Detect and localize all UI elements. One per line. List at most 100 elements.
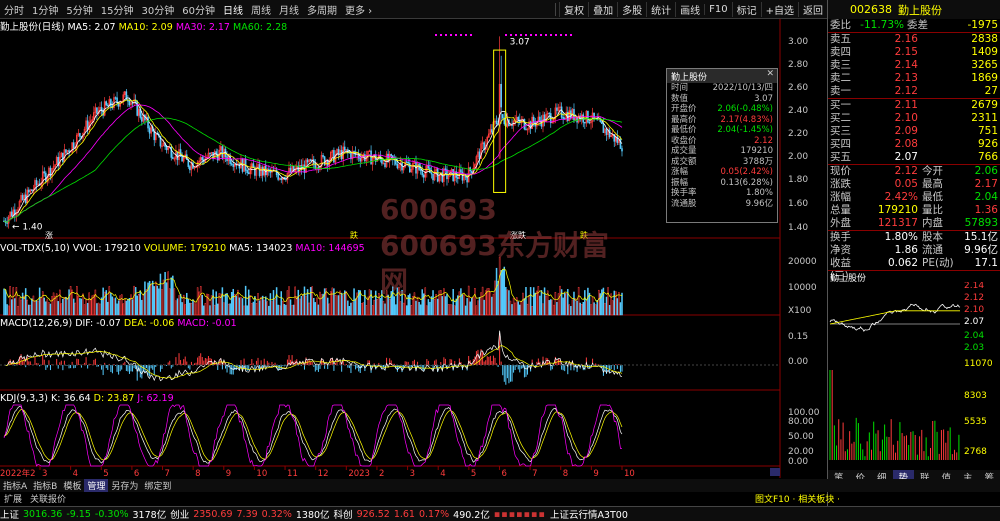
volume-bar: [294, 286, 296, 316]
candle-body: [261, 167, 264, 176]
volume-bar: [99, 303, 101, 316]
sh-index-amount: 3178亿: [132, 510, 167, 521]
cy-index-pct: 0.32%: [261, 508, 292, 520]
candle-body: [326, 160, 329, 166]
indicator-tab-5[interactable]: 绑定到: [141, 479, 174, 492]
extension-tab-0[interactable]: 扩展: [0, 492, 26, 505]
date-axis-label: 5: [103, 469, 108, 479]
volume-bar: [6, 304, 8, 316]
candle-body: [460, 169, 462, 173]
intraday-mini-chart[interactable]: 2.14 2.12 2.10 2.07 2.04 2.03 11070 8303 5535 276…: [828, 281, 1000, 467]
event-dot: [450, 34, 452, 36]
mini-price-label: 2.12: [964, 293, 984, 303]
indicator-tab-2[interactable]: 模板: [60, 479, 84, 492]
date-axis-label: 10: [256, 469, 267, 479]
volume-bar: [548, 300, 550, 316]
orderbook-price: 2.14: [894, 59, 918, 71]
volume-bar: [475, 305, 478, 316]
volume-bar: [195, 303, 197, 316]
volume-bar: [362, 302, 365, 316]
orderbook-price: 2.12: [894, 85, 918, 97]
candle-body: [247, 172, 250, 175]
sh-index-name[interactable]: 上证: [0, 507, 19, 521]
volume-bar: [178, 295, 180, 316]
candle-body: [501, 114, 504, 119]
volume-bar: [102, 287, 104, 316]
volume-bar: [455, 298, 458, 316]
volume-bar: [258, 300, 261, 316]
volume-bar: [418, 301, 420, 316]
volume-bar: [308, 302, 310, 316]
macd-bars: [5, 333, 623, 385]
volume-bar: [207, 294, 210, 316]
volume-bar: [319, 291, 321, 316]
candle-body: [238, 163, 241, 169]
candle-body: [409, 162, 411, 173]
candle-body: [72, 142, 75, 149]
volume-bar: [374, 290, 377, 316]
volume-bar: [76, 285, 78, 316]
candle-body: [517, 116, 520, 121]
candle-body: [588, 121, 591, 124]
candle-body: [340, 150, 343, 160]
orderbook-label: 卖五: [830, 33, 851, 45]
candle-body: [232, 164, 235, 167]
indicator-tab-4[interactable]: 另存为: [108, 479, 141, 492]
volume-bar: [305, 295, 307, 316]
kdj-d-line: [3, 409, 623, 461]
candle-body: [333, 150, 335, 163]
volume-bar: [469, 301, 471, 316]
volume-bar: [159, 273, 162, 316]
volume-bar: [120, 294, 123, 316]
volume-bar: [97, 302, 100, 316]
extension-tab-1[interactable]: 关联报价: [26, 492, 70, 505]
candle-body: [419, 169, 422, 171]
candle-body: [430, 172, 433, 175]
weibi-row: 委比 -11.73% 委差 -1975: [828, 19, 1000, 32]
tooltip-key: 开盘价: [671, 104, 697, 114]
volume-bar: [34, 300, 36, 316]
volume-bar: [17, 306, 19, 316]
indicator-tab-1[interactable]: 指标B: [30, 479, 60, 492]
volume-axis: 20000 10000 X100: [782, 245, 827, 316]
volume-bar: [119, 295, 121, 316]
axis-tick-label: 3.00: [788, 37, 809, 47]
volume-bar: [153, 286, 155, 316]
volume-bar: [131, 299, 134, 316]
cy-index-name[interactable]: 创业: [170, 507, 189, 521]
volume-bar: [342, 295, 344, 316]
orderbook-price: 2.09: [894, 125, 918, 137]
volume-bar: [611, 300, 614, 316]
volume-bar: [272, 290, 275, 316]
candle-body: [602, 123, 605, 133]
candle-body: [62, 152, 64, 162]
tooltip-value: 2.12: [754, 135, 773, 146]
tooltip-value: 3788万: [742, 156, 773, 167]
dea-label: DEA: -0.06: [123, 318, 175, 329]
quote-panel: 002638 勤上股份 委比 -11.73% 委差 -1975 卖五 2.16 28…: [827, 0, 1000, 521]
volume-bar: [269, 293, 272, 316]
candle-body: [396, 163, 399, 169]
volume-bar: [309, 287, 312, 316]
indicator-tab-3[interactable]: 管理: [84, 479, 109, 492]
candle-body: [131, 102, 134, 104]
volume-bar: [252, 301, 255, 316]
volume-bar: [161, 289, 163, 316]
orderbook-price: 2.13: [894, 72, 918, 84]
candle-body: [601, 121, 603, 125]
orderbook-price: 2.16: [894, 33, 918, 45]
volume-bar: [331, 287, 334, 316]
volume-bar: [203, 305, 205, 316]
volume-bar: [410, 305, 413, 316]
volume-bar: [145, 289, 148, 316]
close-icon[interactable]: ✕: [766, 69, 774, 79]
kc-index-name[interactable]: 科创: [334, 507, 353, 521]
f10-link[interactable]: 图文F10 · 相关板块 ·: [755, 492, 840, 505]
indicator-tab-0[interactable]: 指标A: [0, 479, 30, 492]
weicha-value: -1975: [967, 19, 998, 31]
orderbook-row: 买一 2.11 2679: [828, 99, 1000, 112]
high-annotation: 3.07: [510, 37, 530, 47]
volume-bar: [471, 297, 473, 316]
volume-bar: [365, 305, 368, 316]
kdj-k-label: K: 36.64: [50, 393, 91, 404]
